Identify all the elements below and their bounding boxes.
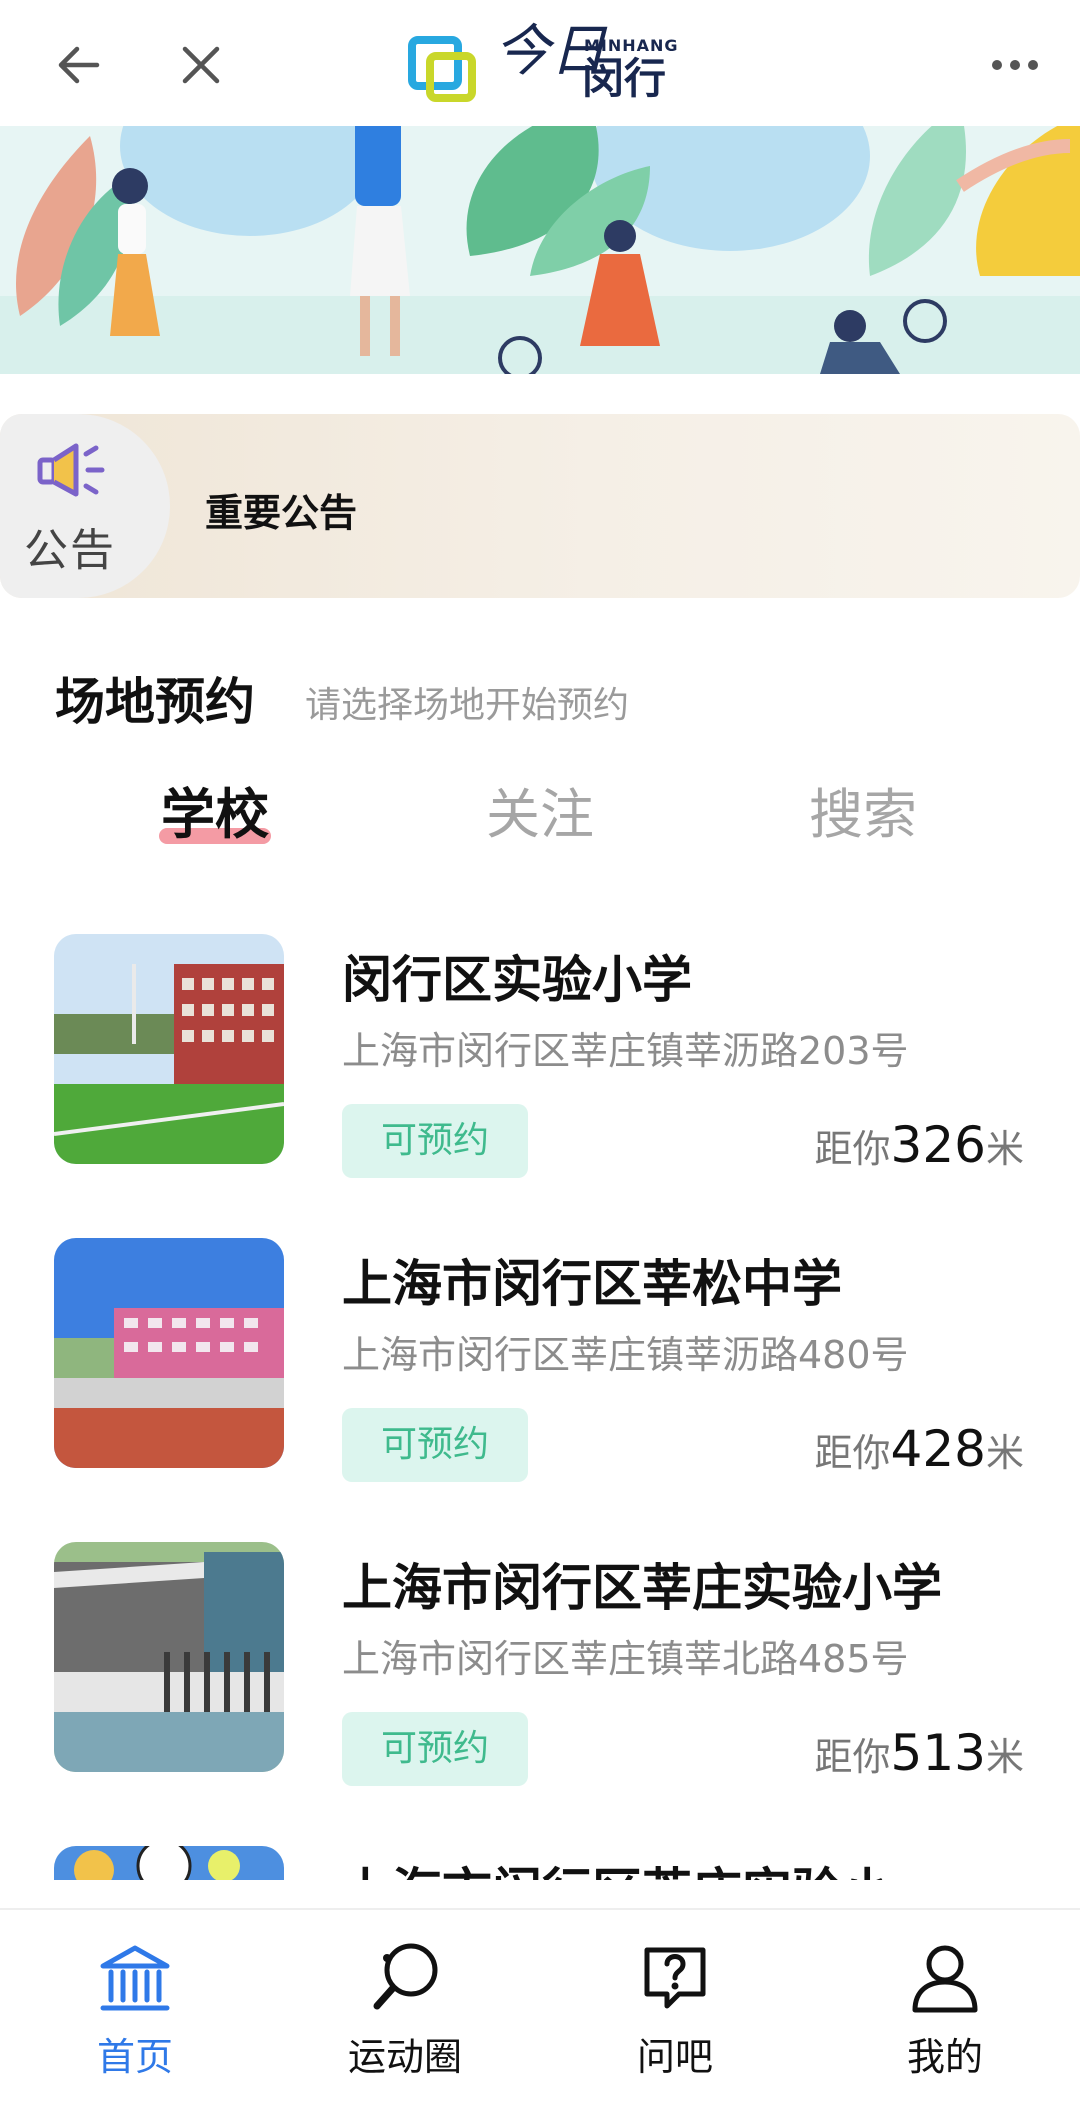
section-title: 场地预约 bbox=[55, 673, 255, 731]
distance-prefix: 距你 bbox=[814, 1431, 891, 1475]
venue-distance: 距你513米 bbox=[815, 1724, 1024, 1782]
tabbar-label: 我的 bbox=[906, 2035, 983, 2079]
venue-distance: 距你428米 bbox=[815, 1420, 1024, 1478]
distance-value: 513 bbox=[890, 1724, 986, 1782]
venue-name: 上海市闵行区莘庄实验小学 bbox=[342, 1559, 942, 1617]
venue-thumbnail bbox=[54, 934, 284, 1164]
tabbar-sports[interactable]: 运动圈 bbox=[270, 1910, 540, 2115]
status-badge: 可预约 bbox=[342, 1104, 528, 1178]
ping-pong-paddle-icon bbox=[373, 1943, 438, 2010]
home-icon bbox=[100, 1945, 170, 2011]
venue-name: 上海市闵行区莘庄实验小 bbox=[342, 1852, 1032, 1880]
venue-name: 闵行区实验小学 bbox=[342, 951, 692, 1009]
logo-english-text: MINHANG bbox=[584, 36, 679, 55]
app-page: 今日 MINHANG 闵行 公告 重要公告 场地预约 请选择场地开始预约 学校 … bbox=[0, 0, 1080, 2115]
distance-value: 428 bbox=[890, 1420, 986, 1478]
distance-prefix: 距你 bbox=[814, 1735, 891, 1779]
logo-chinese-text: 闵行 bbox=[582, 54, 667, 103]
venue-thumbnail bbox=[54, 1846, 284, 1880]
notice-title: 重要公告 bbox=[205, 491, 358, 535]
venue-address: 上海市闵行区莘庄镇莘北路485号 bbox=[342, 1637, 909, 1681]
tab-search[interactable]: 搜索 bbox=[733, 770, 993, 849]
distance-unit: 米 bbox=[985, 1431, 1024, 1475]
tabbar-mine[interactable]: 我的 bbox=[810, 1910, 1080, 2115]
list-item[interactable]: 上海市闵行区莘庄实验小 bbox=[0, 1832, 1080, 1880]
banner-illustration bbox=[0, 126, 1080, 374]
close-button[interactable] bbox=[146, 24, 256, 106]
venue-name: 上海市闵行区莘松中学 bbox=[342, 1255, 842, 1313]
tabbar-home[interactable]: 首页 bbox=[0, 1910, 270, 2115]
close-icon bbox=[182, 46, 220, 84]
tab-school[interactable]: 学校 bbox=[85, 770, 345, 849]
megaphone-icon bbox=[37, 443, 105, 497]
venue-address: 上海市闵行区莘庄镇莘沥路480号 bbox=[342, 1333, 909, 1377]
user-icon bbox=[912, 1945, 978, 2013]
venue-thumbnail bbox=[54, 1542, 284, 1772]
list-item[interactable]: 上海市闵行区莘庄实验小学 上海市闵行区莘庄镇莘北路485号 可预约 距你513米 bbox=[0, 1528, 1080, 1818]
app-logo: 今日 MINHANG 闵行 bbox=[408, 18, 678, 108]
bottom-tab-bar: 首页 运动圈 问吧 我的 bbox=[0, 1908, 1080, 2115]
more-icon bbox=[992, 60, 1038, 70]
venue-thumbnail bbox=[54, 1238, 284, 1468]
tab-follow[interactable]: 关注 bbox=[410, 770, 670, 849]
venue-address: 上海市闵行区莘庄镇莘沥路203号 bbox=[342, 1029, 909, 1073]
status-badge: 可预约 bbox=[342, 1712, 528, 1786]
venue-distance: 距你326米 bbox=[815, 1116, 1024, 1174]
distance-prefix: 距你 bbox=[814, 1127, 891, 1171]
tabbar-label: 首页 bbox=[96, 2035, 173, 2079]
venue-tabs: 学校 关注 搜索 bbox=[0, 770, 1080, 860]
top-nav-bar: 今日 MINHANG 闵行 bbox=[0, 0, 1080, 126]
question-bubble-icon bbox=[644, 1947, 706, 2009]
section-subtitle: 请选择场地开始预约 bbox=[305, 685, 630, 726]
distance-unit: 米 bbox=[985, 1127, 1024, 1171]
logo-mark-icon bbox=[408, 36, 476, 102]
list-item[interactable]: 闵行区实验小学 上海市闵行区莘庄镇莘沥路203号 可预约 距你326米 bbox=[0, 920, 1080, 1210]
status-badge: 可预约 bbox=[342, 1408, 528, 1482]
distance-unit: 米 bbox=[985, 1735, 1024, 1779]
back-arrow-icon bbox=[58, 46, 100, 84]
venue-list: 闵行区实验小学 上海市闵行区莘庄镇莘沥路203号 可预约 距你326米 上海市闵… bbox=[0, 920, 1080, 1880]
notice-bar[interactable]: 公告 重要公告 bbox=[0, 414, 1080, 598]
tabbar-label: 运动圈 bbox=[347, 2035, 462, 2079]
distance-value: 326 bbox=[890, 1116, 986, 1174]
tabbar-label: 问吧 bbox=[636, 2035, 713, 2079]
list-item[interactable]: 上海市闵行区莘松中学 上海市闵行区莘庄镇莘沥路480号 可预约 距你428米 bbox=[0, 1224, 1080, 1514]
notice-tag-label: 公告 bbox=[24, 525, 116, 576]
back-button[interactable] bbox=[24, 24, 134, 106]
tabbar-ask[interactable]: 问吧 bbox=[540, 1910, 810, 2115]
more-button[interactable] bbox=[960, 24, 1070, 106]
